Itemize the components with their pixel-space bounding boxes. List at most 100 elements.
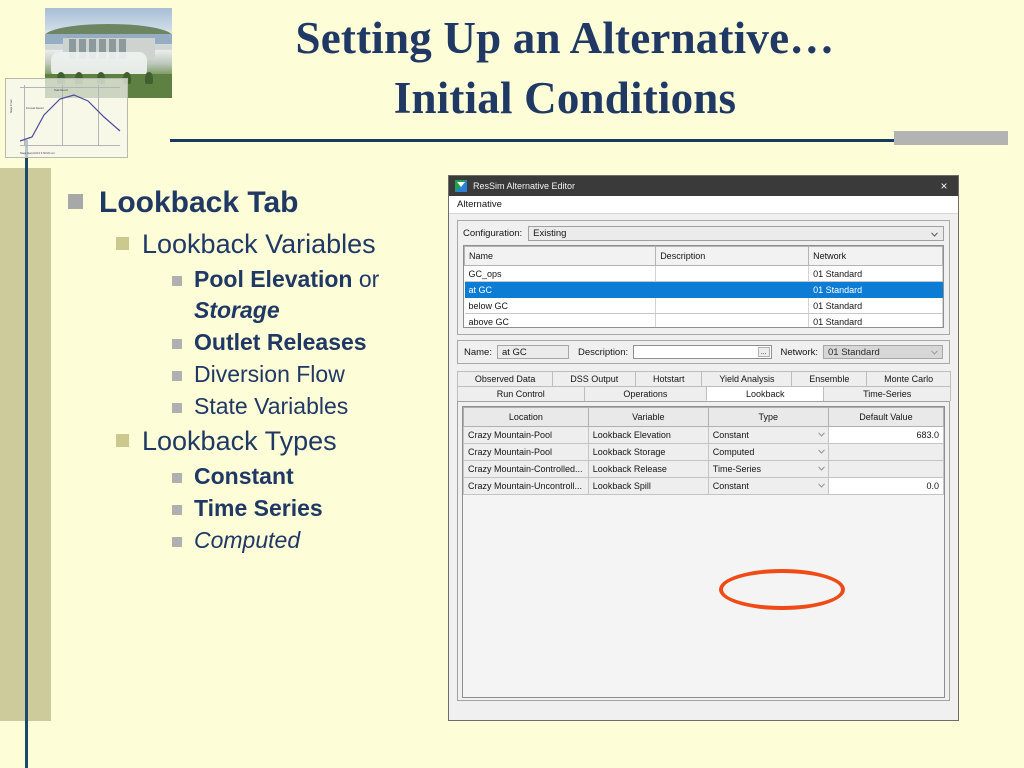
bullet-pool-elevation-or-storage: Pool Elevation or Storage [172, 264, 448, 326]
bullet-list: Lookback Tab Lookback Variables Pool Ele… [68, 184, 448, 557]
column-header-location[interactable]: Location [463, 407, 589, 427]
table-row[interactable]: below GC 01 Standard [464, 297, 943, 314]
table-row-selected[interactable]: at GC 01 Standard [464, 281, 943, 298]
stage-hydrograph-overlay: Stage in feet Peak Record Forecast Recor… [5, 78, 128, 158]
tab-ensemble[interactable]: Ensemble [791, 371, 868, 386]
configuration-label: Configuration: [463, 228, 523, 239]
alternatives-table: Name Description Network GC_ops 01 Stand… [464, 246, 943, 327]
table-row[interactable]: GC_ops 01 Standard [464, 265, 943, 282]
cell-description [655, 281, 810, 298]
bullet-marker-square-icon [172, 537, 182, 547]
bullet-label-part-storage: Storage [194, 297, 280, 323]
table-row[interactable]: Crazy Mountain-Pool Lookback Elevation C… [463, 426, 944, 444]
cell-variable: Lookback Spill [587, 477, 709, 495]
chart-ylabel: Stage in feet [10, 99, 13, 113]
table-header-row: Location Variable Type Default Value [463, 407, 944, 427]
bullet-diversion-flow: Diversion Flow [172, 359, 448, 390]
bullet-marker-square-icon [116, 434, 129, 447]
page-title: Setting Up an Alternative… Initial Condi… [170, 8, 960, 128]
cell-type-select[interactable]: Time-Series [707, 460, 829, 478]
cell-default-value[interactable]: 683.0 [827, 426, 944, 444]
bullet-label: State Variables [194, 393, 349, 419]
column-header-type[interactable]: Type [707, 407, 829, 427]
chevron-down-icon [931, 349, 938, 356]
bullet-state-variables: State Variables [172, 391, 448, 422]
name-label: Name: [464, 346, 492, 358]
bullet-marker-square-icon [172, 403, 182, 413]
left-vertical-rule [25, 140, 28, 768]
menu-item-alternative[interactable]: Alternative [457, 199, 502, 210]
configuration-select[interactable]: Existing [528, 226, 944, 241]
bullet-marker-square-icon [172, 339, 182, 349]
table-header-row: Name Description Network [464, 246, 943, 266]
column-header-default-value[interactable]: Default Value [827, 407, 944, 427]
close-icon[interactable]: × [936, 179, 952, 193]
tab-operations[interactable]: Operations [583, 386, 708, 401]
bullet-lookback-tab: Lookback Tab [68, 184, 448, 222]
bullet-marker-square-icon [172, 505, 182, 515]
cell-description [655, 265, 810, 282]
alternative-detail-row: Name: at GC Description: ... Network: 01… [457, 340, 950, 364]
lookback-table: Location Variable Type Default Value Cra… [463, 407, 944, 495]
bullet-label-part-pool-elevation: Pool Elevation [194, 266, 353, 292]
cell-default-value[interactable]: 0.0 [827, 477, 944, 495]
cell-name: GC_ops [464, 265, 657, 282]
table-row[interactable]: Crazy Mountain-Uncontroll... Lookback Sp… [463, 477, 944, 495]
cell-location: Crazy Mountain-Pool [463, 426, 589, 444]
cell-network: 01 Standard [808, 313, 943, 327]
column-header-name[interactable]: Name [464, 246, 657, 266]
tab-hotstart[interactable]: Hotstart [635, 371, 703, 386]
column-header-description[interactable]: Description [655, 246, 810, 266]
cell-variable: Lookback Release [587, 460, 709, 478]
hydrograph-curve [19, 94, 121, 142]
table-row[interactable]: Crazy Mountain-Pool Lookback Storage Com… [463, 443, 944, 461]
cell-name: below GC [464, 297, 657, 314]
tab-time-series[interactable]: Time-Series [823, 386, 952, 401]
cell-type-value: Constant [712, 481, 749, 491]
bullet-computed: Computed [172, 525, 448, 556]
tab-dss-output[interactable]: DSS Output [552, 371, 637, 386]
cell-default-value[interactable] [827, 443, 944, 461]
ressim-alternative-editor-dialog: ResSim Alternative Editor × Alternative … [448, 175, 959, 721]
cell-type-value: Time-Series [712, 464, 761, 474]
bullet-marker-square-icon [172, 276, 182, 286]
cell-default-value[interactable] [827, 460, 944, 478]
description-label: Description: [577, 346, 629, 358]
bullet-label: Pool Elevation or Storage [194, 264, 448, 326]
cell-location: Crazy Mountain-Controlled... [463, 460, 589, 478]
name-field[interactable]: at GC [496, 345, 569, 359]
table-row[interactable]: Crazy Mountain-Controlled... Lookback Re… [463, 460, 944, 478]
cell-type-select[interactable]: Computed [707, 443, 829, 461]
description-browse-button[interactable]: ... [757, 347, 770, 357]
table-row[interactable]: above GC 01 Standard [464, 313, 943, 327]
cell-name: at GC [464, 281, 657, 298]
bullet-outlet-releases: Outlet Releases [172, 327, 448, 358]
dialog-title: ResSim Alternative Editor [473, 181, 576, 191]
column-header-variable[interactable]: Variable [587, 407, 709, 427]
menu-bar: Alternative [449, 196, 958, 214]
bullet-label: Lookback Types [142, 426, 337, 456]
tab-monte-carlo[interactable]: Monte Carlo [866, 371, 952, 386]
configuration-row: Configuration: Existing [463, 226, 944, 241]
alternatives-panel: Configuration: Existing Name Description [457, 220, 950, 335]
alternatives-table-scroll[interactable]: Name Description Network GC_ops 01 Stand… [463, 245, 944, 328]
tab-run-control[interactable]: Run Control [457, 386, 585, 401]
cell-type-select[interactable]: Constant [707, 426, 829, 444]
tab-observed-data[interactable]: Observed Data [457, 371, 554, 386]
bullet-lookback-types: Lookback Types [116, 423, 448, 459]
bullet-constant: Constant [172, 461, 448, 492]
dialog-titlebar: ResSim Alternative Editor × [449, 176, 958, 196]
cell-type-select[interactable]: Constant [707, 477, 829, 495]
network-value: 01 Standard [828, 347, 880, 358]
lookback-table-scroll[interactable]: Location Variable Type Default Value Cra… [462, 406, 945, 698]
bullet-lookback-variables: Lookback Variables [116, 226, 448, 262]
title-underline-rule [170, 139, 960, 142]
tab-yield-analysis[interactable]: Yield Analysis [701, 371, 793, 386]
description-field[interactable]: ... [633, 345, 772, 359]
tab-lookback[interactable]: Lookback [706, 386, 825, 401]
cell-variable: Lookback Storage [587, 443, 709, 461]
network-select[interactable]: 01 Standard [823, 345, 943, 359]
tab-row-lower: Run Control Operations Lookback Time-Ser… [457, 386, 952, 401]
cell-name: above GC [464, 313, 657, 327]
column-header-network[interactable]: Network [808, 246, 943, 266]
